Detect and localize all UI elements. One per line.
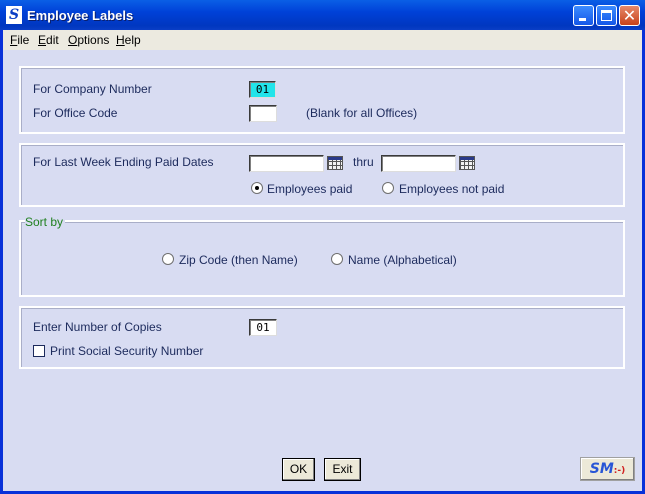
company-number-field[interactable]: 01 (249, 81, 276, 98)
close-icon: ✕ (622, 6, 637, 25)
sort-name-label[interactable]: Name (Alphabetical) (348, 253, 457, 267)
sort-by-legend: Sort by (25, 215, 66, 229)
title-bar[interactable]: S Employee Labels ✕ (0, 0, 645, 30)
company-number-label: For Company Number (33, 82, 152, 96)
employees-not-paid-label[interactable]: Employees not paid (399, 182, 504, 196)
copies-field[interactable]: 01 (249, 319, 277, 336)
thru-label: thru (353, 155, 374, 169)
smiley-icon: :-) (613, 466, 626, 476)
sort-zip-label[interactable]: Zip Code (then Name) (179, 253, 298, 267)
menu-options[interactable]: Options (68, 33, 109, 47)
office-hint: (Blank for all Offices) (306, 106, 418, 120)
sort-name-radio[interactable] (331, 253, 343, 265)
employees-paid-label[interactable]: Employees paid (267, 182, 352, 196)
minimize-button[interactable] (573, 5, 594, 26)
maximize-button[interactable] (596, 5, 617, 26)
sort-zip-radio[interactable] (162, 253, 174, 265)
sm-logo-button[interactable]: SM:-) (580, 457, 635, 481)
print-ssn-label[interactable]: Print Social Security Number (50, 344, 203, 358)
close-button[interactable]: ✕ (619, 5, 640, 26)
paid-dates-label: For Last Week Ending Paid Dates (33, 155, 214, 169)
menu-help[interactable]: Help (116, 33, 141, 47)
employees-not-paid-radio[interactable] (382, 182, 394, 194)
exit-button[interactable]: Exit (324, 458, 361, 481)
menu-file[interactable]: File (10, 33, 29, 47)
minimize-icon (579, 18, 586, 21)
ok-button[interactable]: OK (282, 458, 315, 481)
copies-group: Enter Number of Copies 01 Print Social S… (19, 306, 625, 369)
office-code-label: For Office Code (33, 106, 118, 120)
menu-edit[interactable]: Edit (38, 33, 59, 47)
menu-bar: File Edit Options Help (3, 30, 642, 50)
from-date-field[interactable] (249, 155, 324, 172)
employees-paid-radio[interactable] (251, 182, 263, 194)
print-ssn-checkbox[interactable] (33, 345, 45, 357)
copies-label: Enter Number of Copies (33, 320, 162, 334)
company-group: For Company Number 01 For Office Code (B… (19, 66, 625, 134)
to-date-field[interactable] (381, 155, 456, 172)
dates-group: For Last Week Ending Paid Dates thru Emp… (19, 143, 625, 207)
maximize-icon (601, 10, 612, 21)
calendar-icon[interactable] (459, 156, 475, 170)
office-code-field[interactable] (249, 105, 277, 122)
sm-logo-text: SM (589, 461, 614, 477)
app-logo-icon: S (6, 6, 22, 24)
calendar-icon[interactable] (327, 156, 343, 170)
sort-group: Zip Code (then Name) Name (Alphabetical) (19, 220, 625, 297)
window-title: Employee Labels (27, 8, 134, 23)
employee-labels-window: S Employee Labels ✕ File Edit Options He… (0, 0, 645, 494)
